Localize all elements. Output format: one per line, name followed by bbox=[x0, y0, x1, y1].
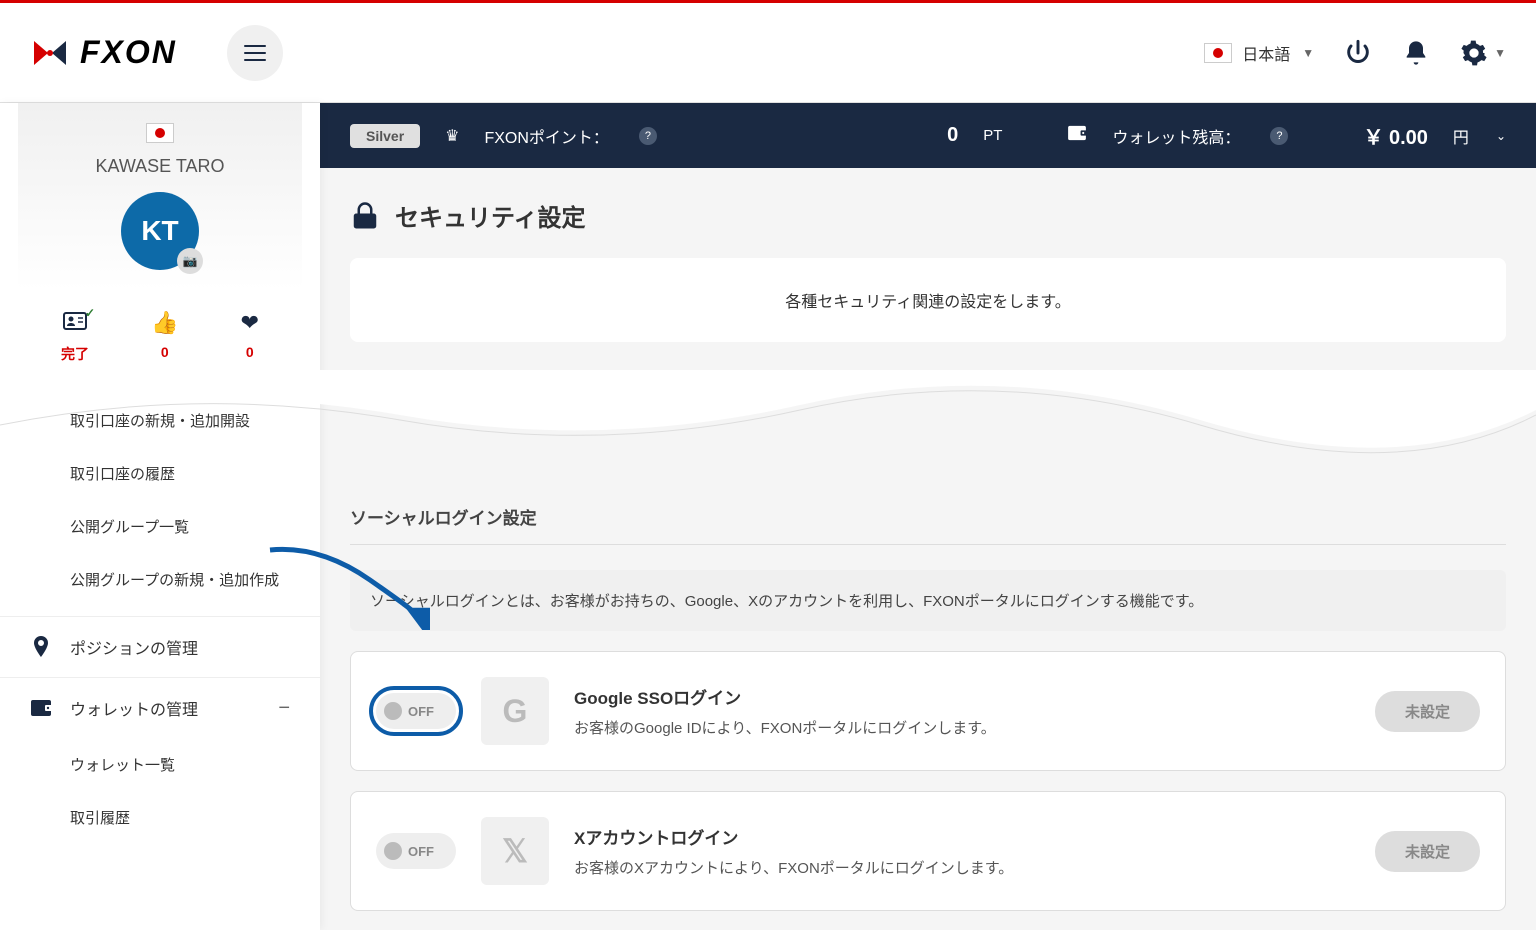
help-icon[interactable]: ? bbox=[1270, 127, 1288, 145]
power-icon[interactable] bbox=[1344, 39, 1372, 67]
chevron-down-icon[interactable]: ⌄ bbox=[1496, 129, 1506, 143]
google-sso-toggle[interactable]: OFF bbox=[376, 693, 456, 729]
toggle-label: OFF bbox=[408, 704, 434, 719]
intro-box: 各種セキュリティ関連の設定をします。 bbox=[350, 258, 1506, 342]
x-sso-desc: お客様のXアカウントにより、FXONポータルにログインします。 bbox=[574, 857, 1350, 878]
google-sso-desc: お客様のGoogle IDにより、FXONポータルにログインします。 bbox=[574, 717, 1350, 738]
wallet-label: ウォレット残高： bbox=[1112, 124, 1240, 148]
x-sso-status: 未設定 bbox=[1375, 831, 1480, 872]
sidebar-section-wallet[interactable]: ウォレットの管理 − bbox=[0, 677, 320, 738]
wallet-icon bbox=[30, 697, 52, 719]
sidebar-item-new-account[interactable]: 取引口座の新規・追加開設 bbox=[0, 394, 320, 447]
hamburger-icon bbox=[244, 45, 266, 61]
user-name: KAWASE TARO bbox=[18, 156, 302, 177]
sso-google-card: OFF G Google SSOログイン お客様のGoogle IDにより、FX… bbox=[350, 651, 1506, 771]
collapse-icon: − bbox=[278, 697, 290, 720]
settings-menu[interactable]: ▼ bbox=[1460, 39, 1506, 67]
chevron-down-icon: ▼ bbox=[1494, 46, 1506, 60]
google-logo-icon: G bbox=[481, 677, 549, 745]
stat-likes-value: 0 bbox=[151, 344, 178, 360]
wallet-icon bbox=[1067, 125, 1087, 146]
points-unit: PT bbox=[983, 127, 1002, 144]
stat-likes[interactable]: 👍 0 bbox=[151, 310, 178, 364]
user-flag-icon bbox=[146, 123, 174, 143]
wallet-value: ￥ 0.00 bbox=[1363, 121, 1427, 150]
x-sso-toggle[interactable]: OFF bbox=[376, 833, 456, 869]
thumbs-up-icon: 👍 bbox=[151, 310, 178, 336]
bell-icon[interactable] bbox=[1402, 39, 1430, 67]
language-label: 日本語 bbox=[1242, 41, 1290, 65]
page-title-text: セキュリティ設定 bbox=[395, 198, 586, 233]
login-settings-heading: ログインに伴う設定 ? bbox=[350, 377, 1506, 414]
sidebar: KAWASE TARO KT 📷 完了 👍 0 ❤ 0 取引 bbox=[0, 103, 320, 930]
id-card-icon bbox=[61, 310, 89, 336]
camera-icon[interactable]: 📷 bbox=[177, 248, 203, 274]
header: FXON 日本語 ▼ ▼ bbox=[0, 3, 1536, 103]
sidebar-section-wallet-label: ウォレットの管理 bbox=[70, 696, 198, 720]
x-sso-name: Xアカウントログイン bbox=[574, 824, 1350, 849]
points-value: 0 bbox=[947, 124, 958, 147]
sidebar-item-group-list[interactable]: 公開グループ一覧 bbox=[0, 500, 320, 553]
stat-favorites[interactable]: ❤ 0 bbox=[241, 310, 259, 364]
sidebar-profile: KAWASE TARO KT 📷 bbox=[18, 103, 302, 290]
stat-verified[interactable]: 完了 bbox=[61, 310, 89, 364]
social-login-heading: ソーシャルログイン設定 bbox=[350, 504, 1506, 545]
x-logo-icon: 𝕏 bbox=[481, 817, 549, 885]
sidebar-section-position[interactable]: ポジションの管理 bbox=[0, 616, 320, 677]
sidebar-item-transaction-history[interactable]: 取引履歴 bbox=[0, 791, 320, 844]
brand-text: FXON bbox=[80, 34, 177, 71]
points-label: FXONポイント： bbox=[484, 124, 608, 148]
profile-stats: 完了 👍 0 ❤ 0 bbox=[0, 290, 320, 384]
toggle-knob bbox=[384, 842, 402, 860]
google-sso-name: Google SSOログイン bbox=[574, 684, 1350, 709]
sso-x-card: OFF 𝕏 Xアカウントログイン お客様のXアカウントにより、FXONポータルに… bbox=[350, 791, 1506, 911]
social-login-description: ソーシャルログインとは、お客様がお持ちの、Google、Xのアカウントを利用し、… bbox=[350, 570, 1506, 631]
crown-icon: ♛ bbox=[445, 126, 459, 146]
sidebar-section-position-label: ポジションの管理 bbox=[70, 635, 198, 659]
help-icon[interactable]: ? bbox=[639, 127, 657, 145]
sidebar-item-wallet-list[interactable]: ウォレット一覧 bbox=[0, 738, 320, 791]
logo-icon bbox=[30, 33, 70, 73]
page-title: セキュリティ設定 bbox=[350, 198, 1506, 233]
menu-toggle-button[interactable] bbox=[227, 25, 283, 81]
language-selector[interactable]: 日本語 ▼ bbox=[1204, 41, 1314, 65]
sidebar-item-new-group[interactable]: 公開グループの新規・追加作成 bbox=[0, 553, 320, 606]
chevron-down-icon: ▼ bbox=[1302, 46, 1314, 60]
pin-icon bbox=[30, 636, 52, 658]
sidebar-item-account-history[interactable]: 取引口座の履歴 bbox=[0, 447, 320, 500]
japan-flag-icon bbox=[1204, 43, 1232, 63]
help-icon[interactable]: ? bbox=[594, 387, 612, 405]
stat-verified-label: 完了 bbox=[61, 344, 89, 364]
gear-icon bbox=[1460, 39, 1488, 67]
toggle-label: OFF bbox=[408, 844, 434, 859]
lock-icon bbox=[350, 201, 380, 231]
login-settings-heading-text: ログインに伴う設定 bbox=[350, 377, 584, 414]
brand-logo[interactable]: FXON bbox=[30, 33, 177, 73]
main-content: Silver ♛ FXONポイント： ? 0 PT ウォレット残高： ? ￥ 0… bbox=[320, 103, 1536, 930]
google-sso-status: 未設定 bbox=[1375, 691, 1480, 732]
stat-favorites-value: 0 bbox=[241, 344, 259, 360]
tier-badge: Silver bbox=[350, 124, 420, 148]
status-bar: Silver ♛ FXONポイント： ? 0 PT ウォレット残高： ? ￥ 0… bbox=[320, 103, 1536, 168]
wallet-unit: 円 bbox=[1453, 124, 1469, 148]
toggle-knob bbox=[384, 702, 402, 720]
heart-icon: ❤ bbox=[241, 310, 259, 336]
